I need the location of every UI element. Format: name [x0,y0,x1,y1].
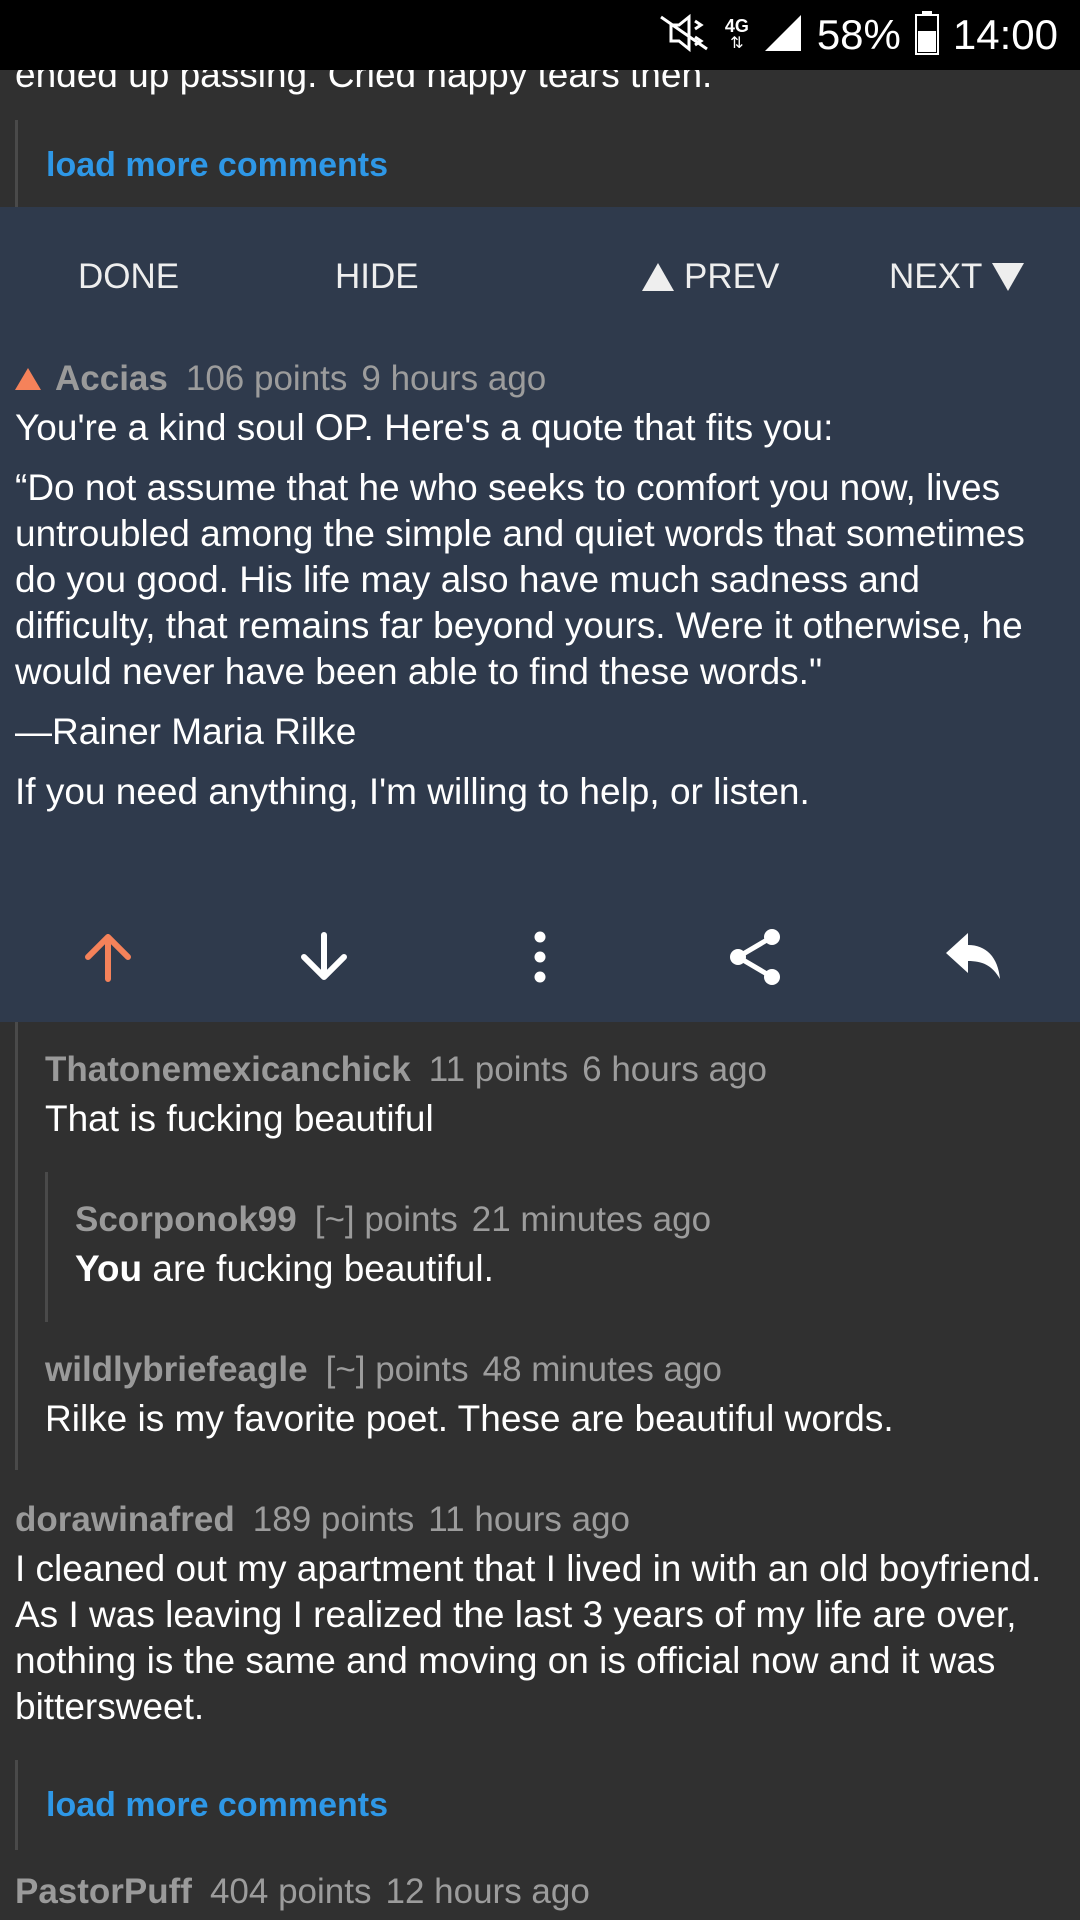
done-button[interactable]: DONE [78,257,179,297]
comment-author[interactable]: Scorponok99 [75,1200,297,1240]
comment-points: [~] points [325,1350,469,1389]
comment-body-bold: You [75,1248,143,1289]
comment-author[interactable]: Accias [55,359,168,399]
comment-author[interactable]: PastorPuff [15,1872,192,1912]
comment-paragraph: —Rainer Maria Rilke [15,711,357,752]
more-vertical-icon [534,931,546,983]
comment-points: [~] points [314,1200,458,1239]
comment-points: 106 points [185,359,348,398]
comment-item: Scorponok99 [~] points 21 minutes ago Yo… [75,1200,1065,1292]
comment-header: Thatonemexicanchick 11 points 6 hours ag… [45,1050,1065,1090]
comment-body: That is fucking beautiful [45,1098,434,1139]
upvote-button[interactable] [68,917,148,997]
comment-author[interactable]: wildlybriefeagle [45,1350,308,1390]
comment-time: 21 minutes ago [471,1200,712,1239]
comment-time: 6 hours ago [582,1050,768,1089]
network-type-icon: 4G ⇅ [724,16,749,52]
hide-label: HIDE [335,257,419,296]
load-more-label[interactable]: load more comments [46,146,388,185]
comment-body: Rilke is my favorite poet. These are bea… [45,1398,894,1439]
clock: 14:00 [952,11,1058,58]
triangle-down-icon [992,263,1025,291]
downvote-button[interactable] [284,917,364,997]
hide-button[interactable]: HIDE [335,257,419,297]
comment-time: 12 hours ago [385,1872,590,1911]
battery-icon [914,10,939,60]
downvote-arrow-icon [301,932,347,980]
comment-time: 48 minutes ago [482,1350,722,1389]
comment-item: PastorPuff 404 points 12 hours ago [15,1872,1065,1912]
comment-item: dorawinafred 189 points 11 hours ago I c… [15,1500,1065,1730]
comment-points: 189 points [252,1500,415,1539]
status-bar: 4G ⇅ 58% 14:00 [0,0,1080,70]
comment-item: Thatonemexicanchick 11 points 6 hours ag… [45,1050,1065,1142]
prev-button[interactable]: PREV [642,257,779,297]
triangle-up-icon [642,263,674,291]
reply-button[interactable] [932,917,1012,997]
comment-time: 9 hours ago [361,359,547,398]
battery-percent: 58% [816,11,901,58]
comment-body: I cleaned out my apartment that I lived … [15,1548,1042,1727]
comment-actions [0,917,1080,1007]
mute-icon [657,13,711,58]
share-icon [730,929,780,985]
comment-body-text: are fucking beautiful. [142,1248,494,1289]
signal-icon [763,13,803,58]
comment-time: 11 hours ago [428,1500,631,1539]
thread-line [15,1022,18,1470]
load-more-label[interactable]: load more comments [46,1786,388,1825]
comment-navigation: DONE HIDE PREV NEXT [0,257,1080,317]
comment-paragraph: “Do not assume that he who seeks to comf… [15,467,1025,692]
comment-header: Accias 106 points 9 hours ago [15,359,1065,399]
thread-line [45,1172,48,1322]
comment-paragraph: If you need anything, I'm willing to hel… [15,771,810,812]
comment-points: 404 points [209,1872,372,1911]
comment-header: wildlybriefeagle [~] points 48 minutes a… [45,1350,1065,1390]
reply-icon [946,933,1000,979]
load-more-comments-top[interactable]: load more comments [15,120,1068,210]
next-button[interactable]: NEXT [889,257,1025,297]
next-label: NEXT [889,257,983,296]
comment-points: 11 points [428,1050,569,1089]
done-label: DONE [78,257,180,296]
comment-item: wildlybriefeagle [~] points 48 minutes a… [45,1350,1065,1442]
share-button[interactable] [716,917,796,997]
prev-label: PREV [684,257,780,296]
comment-header: PastorPuff 404 points 12 hours ago [15,1872,1065,1912]
comment-author[interactable]: dorawinafred [15,1500,235,1540]
comment-author[interactable]: Thatonemexicanchick [45,1050,411,1090]
load-more-comments-bottom[interactable]: load more comments [15,1760,1068,1850]
more-options-button[interactable] [500,917,580,997]
comment-body: You're a kind soul OP. Here's a quote th… [15,405,1065,815]
comment-body: You are fucking beautiful. [75,1246,1065,1292]
upvote-arrow-icon [85,934,131,982]
selected-comment-content: Accias 106 points 9 hours ago You're a k… [15,359,1065,829]
upvoted-indicator-icon [15,368,41,390]
comment-header: dorawinafred 189 points 11 hours ago [15,1500,1065,1540]
comment-header: Scorponok99 [~] points 21 minutes ago [75,1200,1065,1240]
selected-comment: DONE HIDE PREV NEXT Accias 106 points 9 … [0,207,1080,1022]
comment-paragraph: You're a kind soul OP. Here's a quote th… [15,407,834,448]
